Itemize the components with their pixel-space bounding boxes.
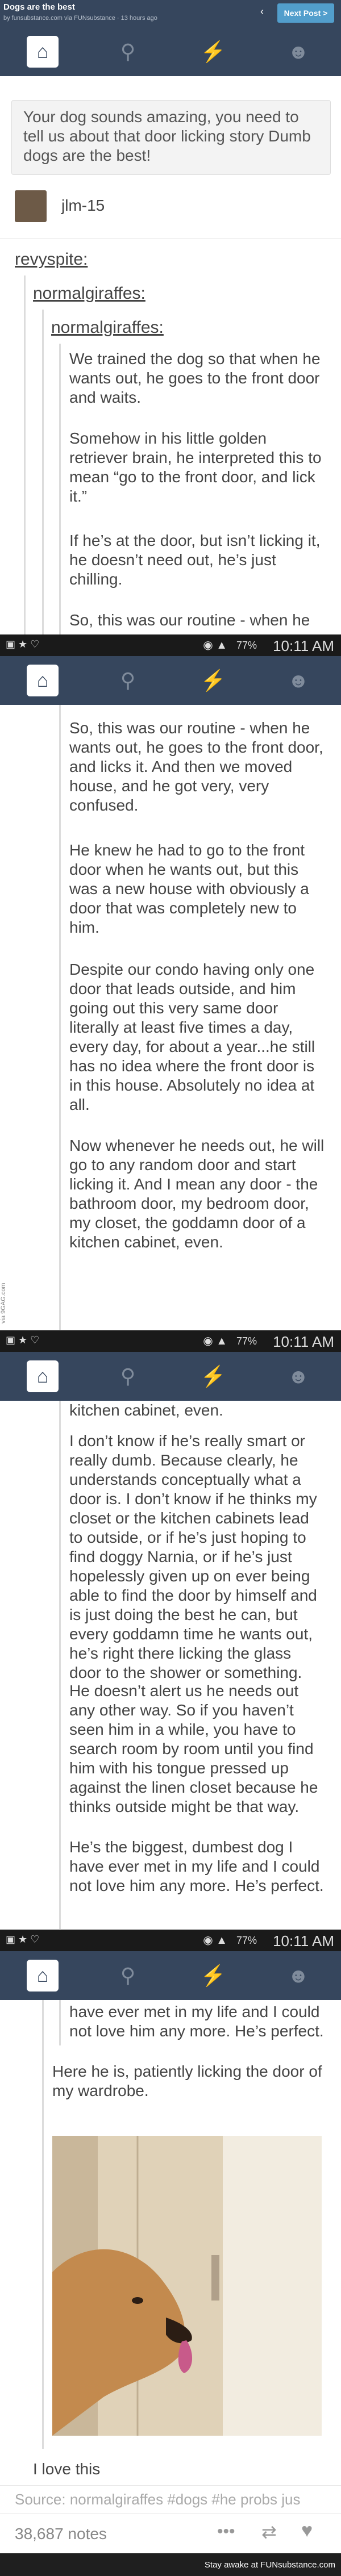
site-footer: Stay awake at FUNsubstance.com <box>0 2553 341 2576</box>
activity-icon[interactable]: ⚡ <box>170 1364 256 1388</box>
home-icon[interactable]: ⌂ <box>0 1960 85 1992</box>
account-icon[interactable]: ☻ <box>256 40 341 64</box>
next-post-button[interactable]: Next Post > <box>277 3 334 23</box>
paragraph: Somehow in his little golden retriever b… <box>69 429 322 505</box>
signal-icons: ◉ ▲ <box>203 639 227 652</box>
reply-username[interactable]: jlm-15 <box>61 196 105 215</box>
home-icon[interactable]: ⌂ <box>0 1360 85 1392</box>
paragraph: I don’t know if he’s really smart or rea… <box>69 1432 317 1681</box>
battery-level: 77% <box>236 1935 257 1946</box>
notification-icons: ▣ ★ ♡ <box>6 638 40 650</box>
search-icon[interactable]: ⚲ <box>85 1964 170 1988</box>
post-header: Dogs are the best by funsubstance.com vi… <box>0 0 341 27</box>
dog-photo[interactable] <box>52 2136 322 2436</box>
status-bar: ▣ ★ ♡ ◉ ▲ 77% 10:11 AM <box>0 1330 341 1352</box>
account-icon[interactable]: ☻ <box>256 669 341 692</box>
search-icon[interactable]: ⚲ <box>85 1364 170 1388</box>
status-bar: ▣ ★ ♡ ◉ ▲ 77% 10:11 AM <box>0 1930 341 1951</box>
divider <box>0 2485 341 2486</box>
comment: I love this <box>33 2460 101 2478</box>
notification-icons: ▣ ★ ♡ <box>6 1334 40 1346</box>
search-icon[interactable]: ⚲ <box>85 40 170 64</box>
nav-bar: ⌂ ⚲ ⚡ ☻ <box>0 1951 341 2000</box>
home-icon[interactable]: ⌂ <box>0 36 85 68</box>
notes-count[interactable]: 38,687 notes <box>15 2525 107 2543</box>
nav-bar: ⌂ ⚲ ⚡ ☻ <box>0 1352 341 1401</box>
signal-icons: ◉ ▲ <box>203 1335 227 1347</box>
clock: 10:11 AM <box>273 637 334 654</box>
notification-icons: ▣ ★ ♡ <box>6 1934 40 1945</box>
prev-arrow-icon[interactable]: ‹ <box>260 6 264 18</box>
activity-icon[interactable]: ⚡ <box>170 1964 256 1988</box>
quote-bar <box>59 2000 61 2045</box>
avatar[interactable] <box>15 190 47 222</box>
account-icon[interactable]: ☻ <box>256 1964 341 1988</box>
signal-icons: ◉ ▲ <box>203 1934 227 1947</box>
watermark: via 9GAG.com <box>0 1283 7 1324</box>
like-icon[interactable]: ♥ <box>301 2520 313 2542</box>
activity-icon[interactable]: ⚡ <box>170 669 256 692</box>
reply-box: Your dog sounds amazing, you need to tel… <box>11 100 331 175</box>
home-icon[interactable]: ⌂ <box>0 665 85 696</box>
reply-text: Your dog sounds amazing, you need to tel… <box>23 108 311 164</box>
nav-bar: ⌂ ⚲ ⚡ ☻ <box>0 656 341 705</box>
reblog-username-1[interactable]: revyspite: <box>15 250 88 269</box>
paragraph: Here he is, patiently licking the door o… <box>52 2063 322 2099</box>
paragraph: He’s the biggest, dumbest dog I have eve… <box>69 1838 324 1894</box>
post-title: Dogs are the best <box>3 2 75 12</box>
paragraph: have ever met in my life and I could not… <box>69 2003 324 2040</box>
quote-bar <box>59 344 61 639</box>
more-icon[interactable]: ••• <box>217 2522 235 2541</box>
paragraph: If he’s at the door, but isn’t licking i… <box>69 532 321 588</box>
quote-bar <box>59 705 61 1330</box>
quote-bar <box>42 310 44 639</box>
nav-bar: ⌂ ⚲ ⚡ ☻ <box>0 27 341 76</box>
paragraph: kitchen cabinet, even. <box>69 1401 223 1419</box>
paragraph: Despite our condo having only one door t… <box>69 961 315 1113</box>
quote-bar <box>24 275 26 639</box>
reblog-icon[interactable]: ⇄ <box>261 2521 277 2542</box>
status-bar: ▣ ★ ♡ ◉ ▲ 77% 10:11 AM <box>0 634 341 656</box>
paragraph: Now whenever he needs out, he will go to… <box>69 1137 325 1251</box>
reblog-username-3[interactable]: normalgiraffes: <box>51 318 164 337</box>
paragraph: He knew he had to go to the front door w… <box>69 841 309 936</box>
search-icon[interactable]: ⚲ <box>85 669 170 692</box>
paragraph: So, this was our routine - when he wants… <box>69 719 323 814</box>
clock: 10:11 AM <box>273 1932 334 1949</box>
paragraph: So, this was our routine - when he <box>69 611 310 629</box>
battery-level: 77% <box>236 1335 257 1347</box>
activity-icon[interactable]: ⚡ <box>170 40 256 64</box>
paragraph: We trained the dog so that when he wants… <box>69 350 321 406</box>
account-icon[interactable]: ☻ <box>256 1364 341 1388</box>
reblog-username-2[interactable]: normalgiraffes: <box>33 284 145 303</box>
paragraph: He doesn’t alert us he needs out any oth… <box>69 1682 318 1815</box>
post-subtitle: by funsubstance.com via FUNsubstance · 1… <box>3 15 157 22</box>
quote-bar <box>42 2000 44 2449</box>
clock: 10:11 AM <box>273 1333 334 1350</box>
quote-bar <box>59 1401 61 1929</box>
post-source-tags[interactable]: Source: normalgiraffes #dogs #he probs j… <box>15 2491 300 2508</box>
battery-level: 77% <box>236 640 257 651</box>
